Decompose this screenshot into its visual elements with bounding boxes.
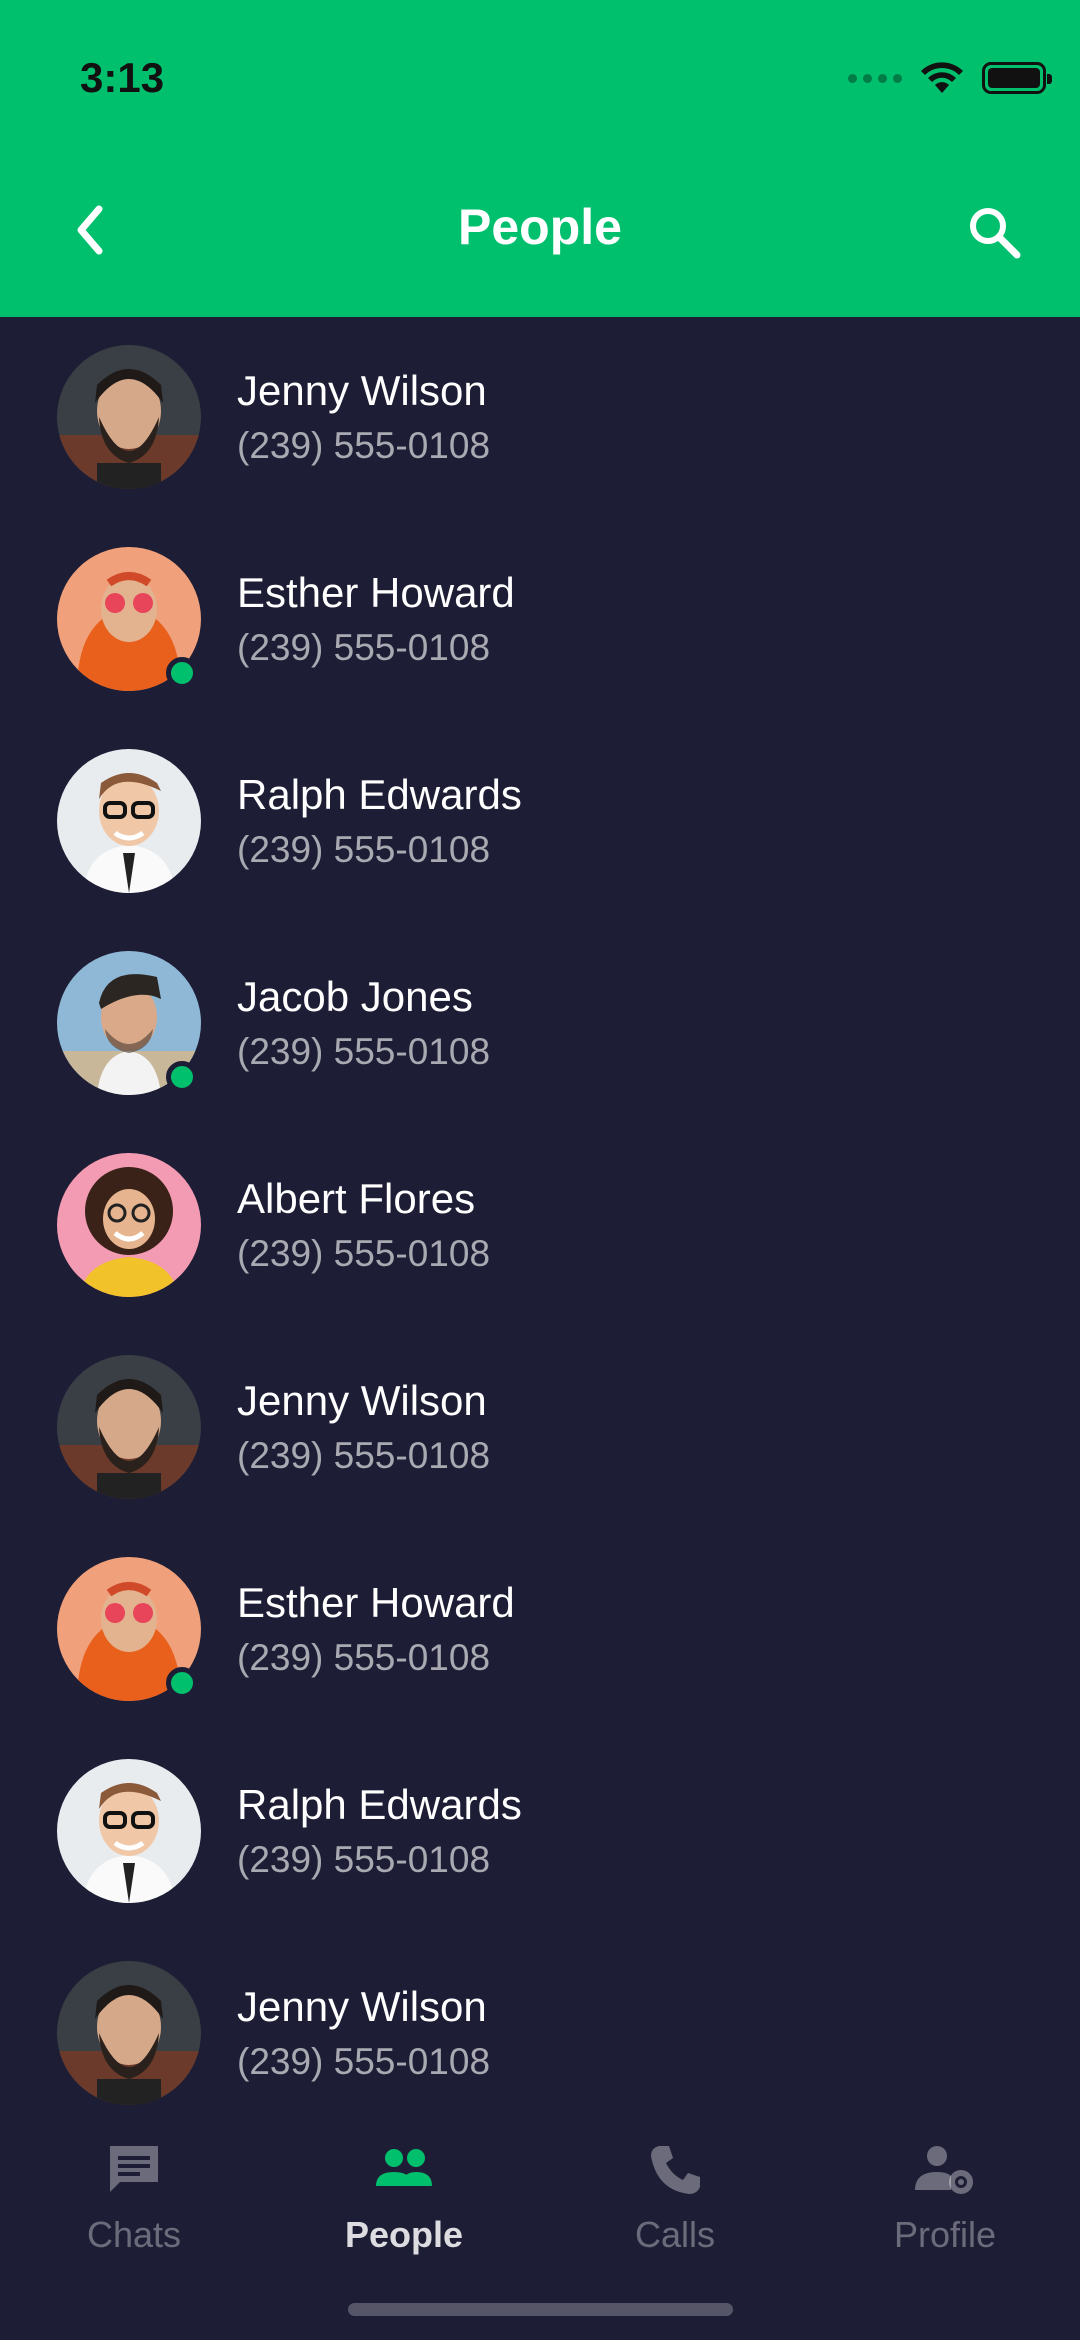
- contact-row-ralph-edwards[interactable]: Ralph Edwards (239) 555-0108: [0, 721, 1080, 923]
- search-icon: [970, 208, 1021, 259]
- contact-row-albert-flores[interactable]: Albert Flores (239) 555-0108: [0, 1125, 1080, 1327]
- contact-phone: (239) 555-0108: [237, 1435, 491, 1476]
- contact-row-jacob-jones[interactable]: Jacob Jones (239) 555-0108: [0, 923, 1080, 1125]
- tab-label: People: [344, 2214, 464, 2255]
- contact-name: Ralph Edwards: [237, 771, 522, 818]
- phone-icon: [651, 2146, 700, 2194]
- contact-phone: (239) 555-0108: [237, 1839, 491, 1880]
- tab-people[interactable]: People: [294, 2140, 514, 2280]
- contact-name: Jenny Wilson: [237, 1983, 487, 2030]
- tab-label: Calls: [634, 2214, 715, 2255]
- contact-name: Albert Flores: [237, 1175, 476, 1222]
- contact-phone: (239) 555-0108: [237, 425, 491, 466]
- contact-phone: (239) 555-0108: [237, 627, 491, 668]
- tab-calls[interactable]: Calls: [565, 2140, 785, 2280]
- search-button[interactable]: [958, 196, 1030, 268]
- contact-phone: (239) 555-0108: [237, 1031, 491, 1072]
- avatar: [57, 1355, 201, 1499]
- contact-name: Ralph Edwards: [237, 1781, 522, 1828]
- home-indicator: [348, 2303, 733, 2316]
- contact-name: Jenny Wilson: [237, 367, 487, 414]
- contact-row-jenny-wilson[interactable]: Jenny Wilson (239) 555-0108: [0, 317, 1080, 519]
- profile-settings-icon: [915, 2146, 973, 2194]
- tab-profile[interactable]: Profile: [835, 2140, 1055, 2280]
- contact-name: Jenny Wilson: [237, 1377, 487, 1424]
- contact-name: Esther Howard: [237, 1579, 515, 1626]
- contact-name: Jacob Jones: [237, 973, 473, 1020]
- app-header: 3:13 People: [0, 0, 1080, 317]
- people-icon: [376, 2149, 432, 2186]
- signal-icon: [848, 73, 902, 83]
- contact-name: Esther Howard: [237, 569, 515, 616]
- contact-phone: (239) 555-0108: [237, 2041, 491, 2082]
- status-icons: [848, 58, 1052, 98]
- tab-chats[interactable]: Chats: [24, 2140, 244, 2280]
- avatar: [57, 749, 201, 893]
- avatar: [57, 1153, 201, 1297]
- contact-row-esther-howard[interactable]: Esther Howard (239) 555-0108: [0, 1529, 1080, 1731]
- wifi-icon: [921, 62, 963, 93]
- contact-phone: (239) 555-0108: [237, 1233, 491, 1274]
- contact-list: Jenny Wilson (239) 555-0108 Esther Howar…: [0, 317, 1080, 2135]
- online-status-indicator: [166, 657, 198, 689]
- tab-label: Profile: [893, 2214, 997, 2255]
- contact-row-jenny-wilson[interactable]: Jenny Wilson (239) 555-0108: [0, 1327, 1080, 1529]
- battery-icon: [982, 62, 1052, 94]
- online-status-indicator: [166, 1667, 198, 1699]
- tab-label: Chats: [86, 2214, 182, 2255]
- contact-row-jenny-wilson[interactable]: Jenny Wilson (239) 555-0108: [0, 1933, 1080, 2135]
- avatar: [57, 345, 201, 489]
- page-title: People: [458, 199, 622, 255]
- online-status-indicator: [166, 1061, 198, 1093]
- contact-row-ralph-edwards[interactable]: Ralph Edwards (239) 555-0108: [0, 1731, 1080, 1933]
- avatar: [57, 1961, 201, 2105]
- chat-icon: [110, 2146, 158, 2192]
- contact-phone: (239) 555-0108: [237, 829, 491, 870]
- status-time: 3:13: [80, 54, 165, 101]
- contact-phone: (239) 555-0108: [237, 1637, 491, 1678]
- avatar: [57, 1759, 201, 1903]
- contact-row-esther-howard[interactable]: Esther Howard (239) 555-0108: [0, 519, 1080, 721]
